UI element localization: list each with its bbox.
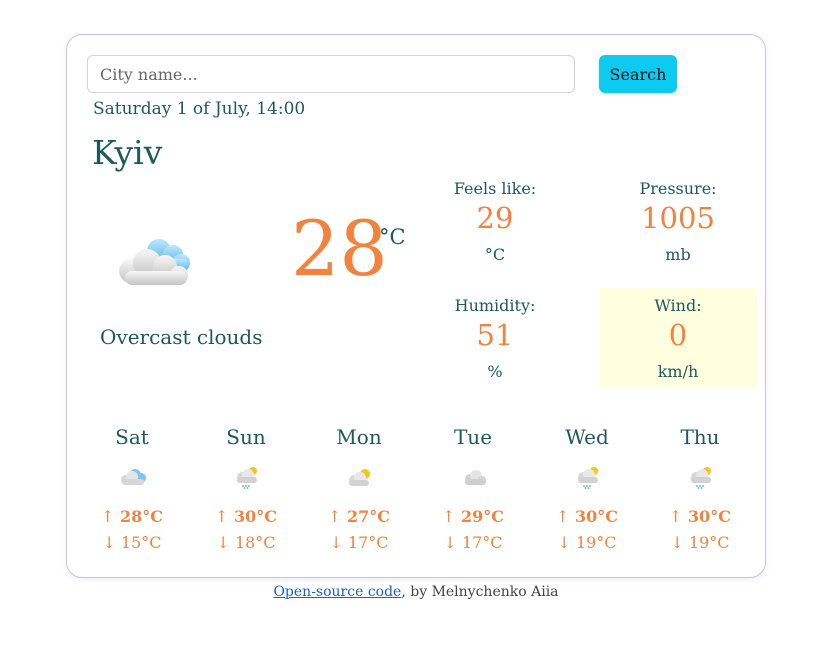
forecast-day-name: Thu [680,425,720,449]
forecast-day-name: Mon [336,425,382,449]
current-date: Saturday 1 of July, 14:00 [93,99,306,119]
wind-label: Wind: [654,296,702,315]
weather-card: Search Saturday 1 of July, 14:00 Kyiv Ov… [66,34,766,578]
forecast-high-value: 30°C [574,507,618,526]
wind-unit: km/h [657,362,699,381]
forecast-low: ↓ 19°C [670,533,730,552]
forecast-high-value: 30°C [687,507,731,526]
pressure-unit: mb [665,245,691,264]
pressure-stat: Pressure: 1005 mb [599,171,757,271]
forecast-high-value: 28°C [119,507,163,526]
overcast-clouds-icon [119,239,190,285]
pressure-label: Pressure: [639,179,717,198]
forecast-low: ↓ 15°C [102,533,162,552]
feels-like-label: Feels like: [453,179,537,198]
feels-like-value: 29 [476,201,514,235]
forecast-high: ↑ 29°C [442,507,504,526]
forecast-low-value: 19°C [688,533,730,552]
forecast-day: Sun ↑ 30°C ↓ 18°C [190,425,302,555]
forecast-day: Thu ↑ 30°C ↓ 19°C [644,425,756,555]
rain-sun-icon [578,467,598,489]
footer-author: , by Melnychenko Aiia [401,584,559,600]
forecast-high: ↑ 30°C [556,507,618,526]
forecast-high-value: 29°C [460,507,504,526]
forecast-high: ↑ 30°C [669,507,731,526]
temperature-unit: °C [379,225,406,249]
current-temperature: 28 [291,204,388,293]
few-clouds-icon [349,469,370,486]
forecast-low-value: 19°C [575,533,617,552]
forecast-low-value: 15°C [120,533,162,552]
forecast-high: ↑ 28°C [101,507,163,526]
forecast-day-name: Sun [226,425,266,449]
rain-sun-icon [691,467,711,489]
forecast-day: Tue ↑ 29°C ↓ 17°C [417,425,529,555]
city-name: Kyiv [92,133,163,172]
feels-like-stat: Feels like: 29 °C [416,171,574,271]
humidity-label: Humidity: [454,296,536,315]
city-search-input[interactable] [87,55,575,93]
forecast-high: ↑ 30°C [215,507,277,526]
forecast-low-value: 18°C [234,533,276,552]
forecast-day-name: Wed [565,425,609,449]
forecast-low-value: 17°C [461,533,503,552]
humidity-unit: % [487,362,503,381]
search-button[interactable]: Search [599,55,677,93]
forecast-day: Mon ↑ 27°C ↓ 17°C [303,425,415,555]
forecast-low: ↓ 18°C [216,533,276,552]
forecast-high: ↑ 27°C [328,507,390,526]
forecast-high-value: 27°C [346,507,390,526]
forecast-day: Wed ↑ 30°C ↓ 19°C [531,425,643,555]
wind-value: 0 [668,318,688,352]
forecast-low: ↓ 19°C [557,533,617,552]
forecast-low-value: 17°C [347,533,389,552]
forecast-day-name: Sat [115,425,149,449]
pressure-value: 1005 [641,201,715,235]
feels-like-unit: °C [484,245,506,264]
humidity-value: 51 [476,318,514,352]
forecast-low: ↓ 17°C [329,533,389,552]
forecast-day: Sat ↑ 28°C ↓ 15°C [76,425,188,555]
broken-clouds-icon [121,469,146,485]
weather-condition: Overcast clouds [100,325,263,349]
rain-sun-icon [237,467,257,489]
source-code-link[interactable]: Open-source code [273,584,401,600]
forecast-high-value: 30°C [233,507,277,526]
overcast-clouds-icon [465,470,486,485]
humidity-stat: Humidity: 51 % [416,288,574,388]
forecast-day-name: Tue [453,425,493,449]
footer: Open-source code, by Melnychenko Aiia [0,584,832,600]
forecast-low: ↓ 17°C [443,533,503,552]
wind-stat: Wind: 0 km/h [599,288,757,388]
